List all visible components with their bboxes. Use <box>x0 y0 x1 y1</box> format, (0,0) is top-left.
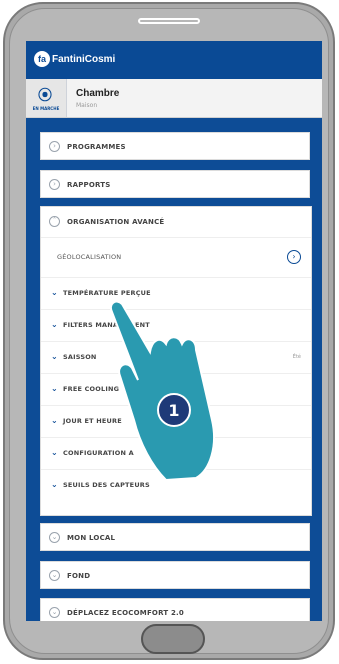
home-button[interactable] <box>141 624 205 654</box>
step-number: 1 <box>168 401 179 420</box>
hand-shape <box>110 300 216 482</box>
pointing-hand-icon: 1 <box>110 300 216 482</box>
